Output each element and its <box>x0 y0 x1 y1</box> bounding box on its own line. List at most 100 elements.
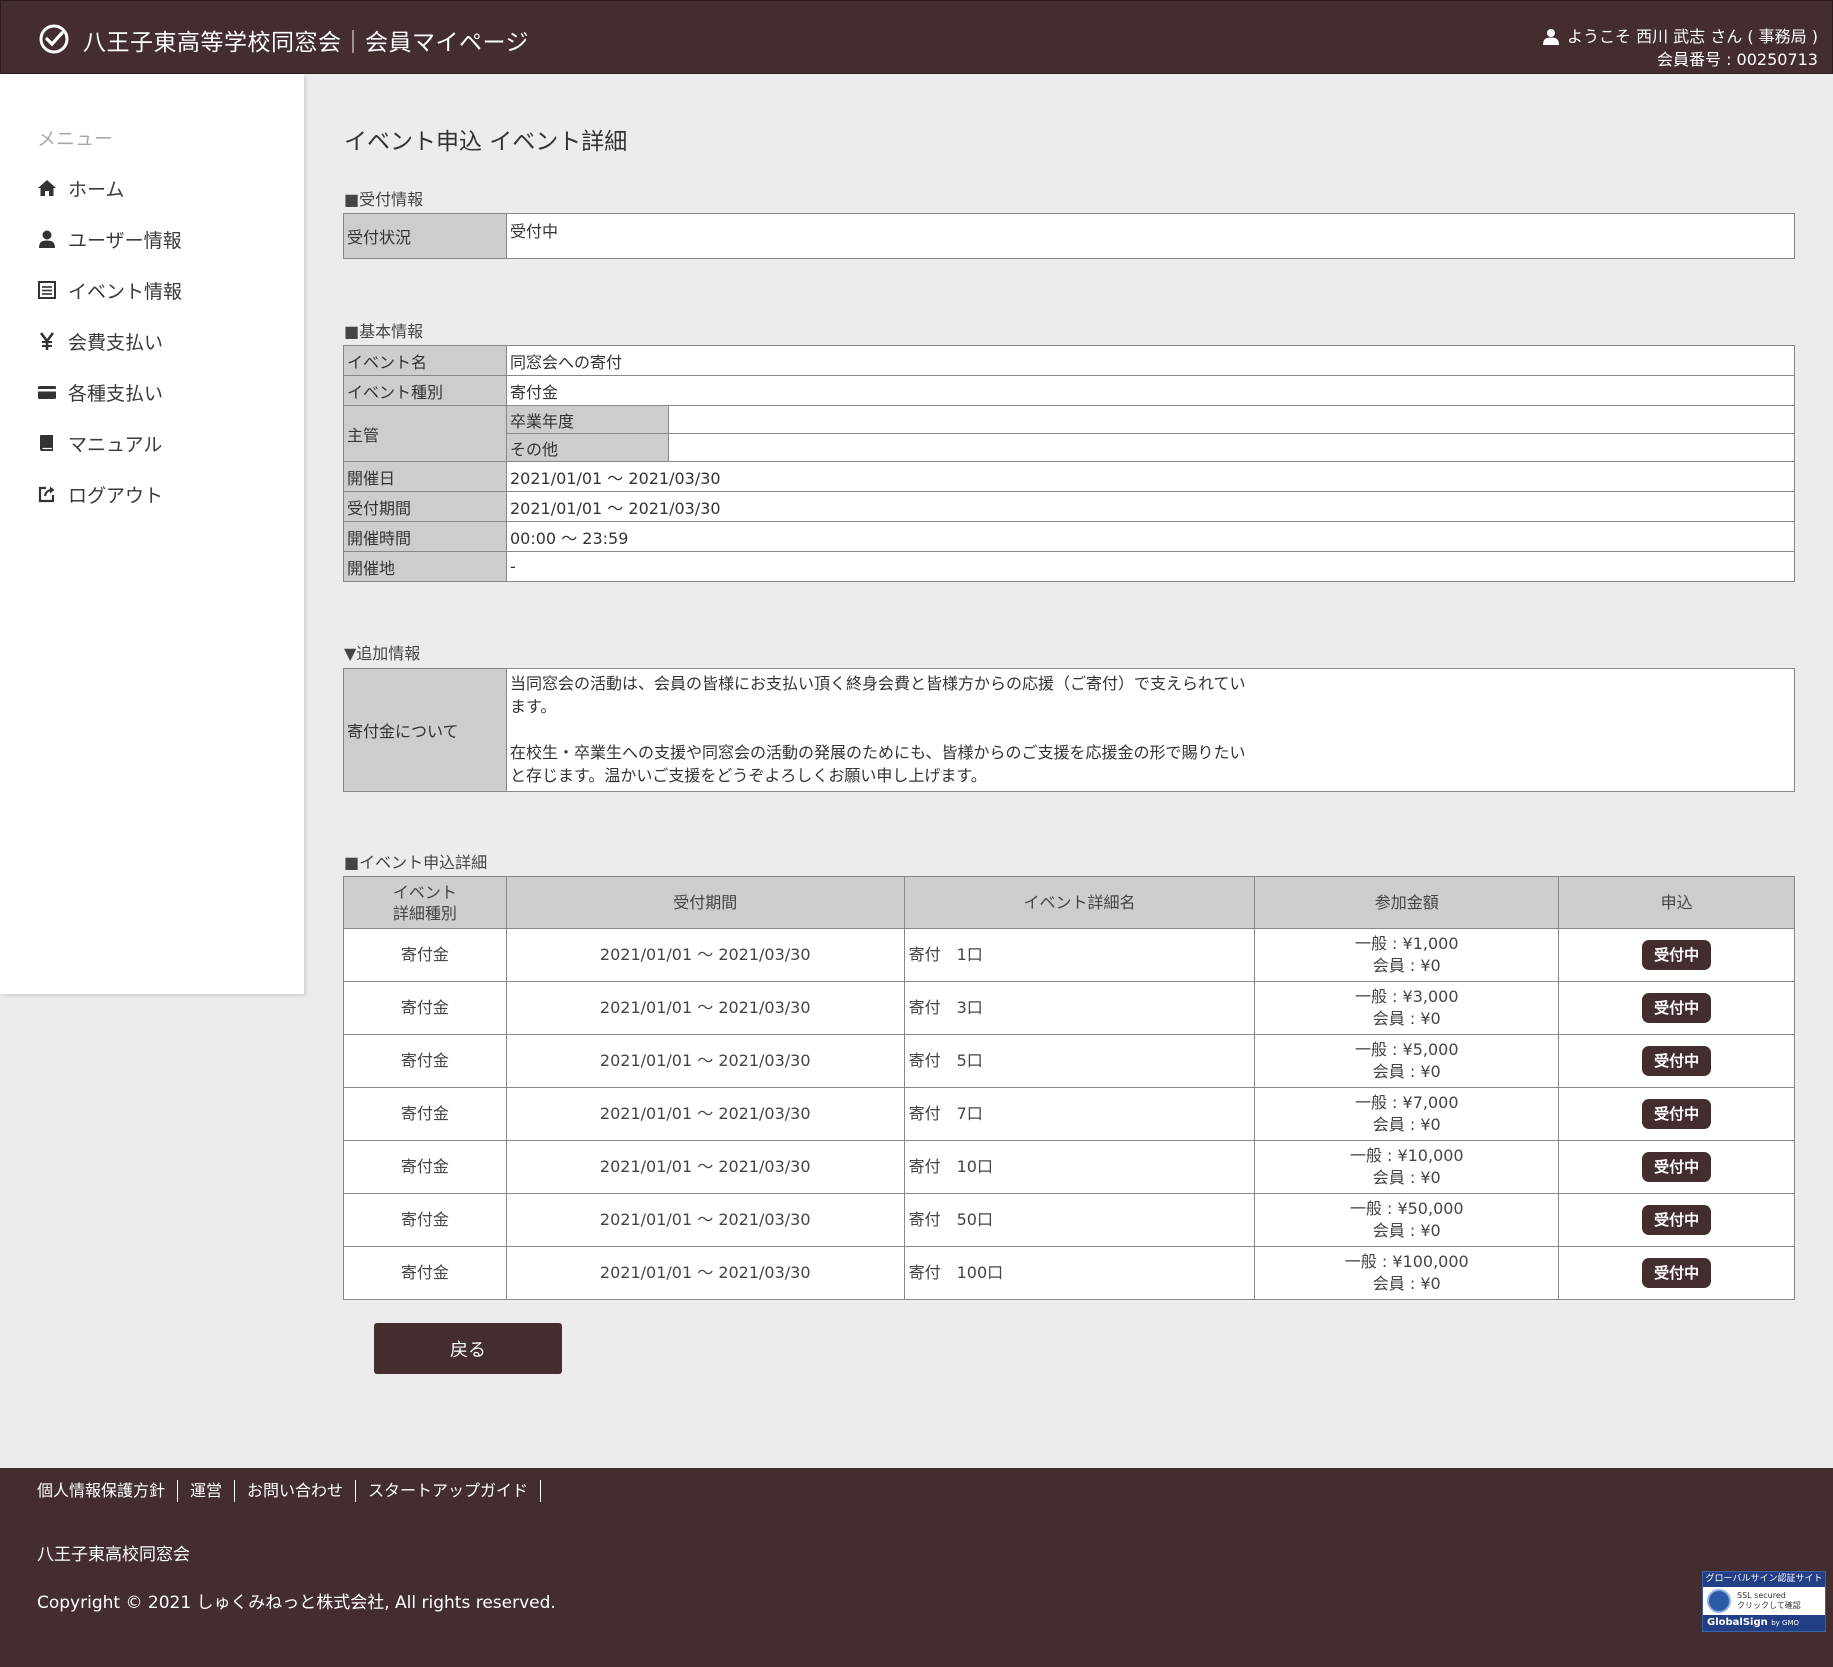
col-header-name: イベント詳細名 <box>903 876 1256 929</box>
sidebar-item-payments[interactable]: 各種支払い <box>37 378 163 406</box>
sidebar-item-label: ログアウト <box>68 484 164 507</box>
apply-button[interactable]: 受付中 <box>1642 1046 1712 1076</box>
date-value: 2021/01/01 ～ 2021/03/30 <box>506 461 1795 492</box>
footer-link-privacy[interactable]: 個人情報保護方針 <box>37 1480 179 1502</box>
fee-member: 会員 : ¥0 <box>1372 1062 1441 1081</box>
reception-status-value: 受付中 <box>506 213 1795 259</box>
section-additional-title[interactable]: ▼追加情報 <box>344 640 420 664</box>
sidebar-item-home[interactable]: ホーム <box>37 174 124 202</box>
event-type-label: イベント種別 <box>343 375 507 406</box>
apply-button[interactable]: 受付中 <box>1642 1205 1712 1235</box>
cell-apply: 受付中 <box>1558 1087 1795 1141</box>
header-text: 詳細種別 <box>392 903 457 923</box>
cell-period: 2021/01/01 ～ 2021/03/30 <box>505 1193 905 1247</box>
cell-fee: 一般 : ¥10,000 会員 : ¥0 <box>1254 1140 1560 1194</box>
footer-link-operator[interactable]: 運営 <box>178 1480 236 1502</box>
sidebar-item-label: マニュアル <box>68 433 163 456</box>
event-name-value: 同窓会への寄付 <box>506 345 1795 376</box>
apply-button[interactable]: 受付中 <box>1642 1099 1712 1129</box>
cell-fee: 一般 : ¥1,000 会員 : ¥0 <box>1254 928 1560 982</box>
table-row: 寄付金 2021/01/01 ～ 2021/03/30 寄付 3口 一般 : ¥… <box>343 981 1795 1035</box>
cell-type: 寄付金 <box>343 1246 507 1300</box>
book-icon <box>40 435 53 451</box>
fee-member: 会員 : ¥0 <box>1372 1274 1441 1293</box>
section-reception-title: ■受付情報 <box>344 190 424 209</box>
venue-value: - <box>506 551 1795 582</box>
cell-period: 2021/01/01 ～ 2021/03/30 <box>505 1087 905 1141</box>
organizer-label: 主管 <box>343 405 507 462</box>
table-row: 寄付金 2021/01/01 ～ 2021/03/30 寄付 1口 一般 : ¥… <box>343 928 1795 982</box>
period-value: 2021/01/01 ～ 2021/03/30 <box>506 491 1795 522</box>
page-title: イベント申込 イベント詳細 <box>344 129 628 155</box>
sidebar-item-label: イベント情報 <box>68 280 183 303</box>
table-row: 寄付金 2021/01/01 ～ 2021/03/30 寄付 7口 一般 : ¥… <box>343 1087 1795 1141</box>
event-type-value: 寄付金 <box>506 375 1795 406</box>
footer-link-contact[interactable]: お問い合わせ <box>235 1480 357 1502</box>
other-label: その他 <box>506 433 669 462</box>
sidebar-item-membership-fee[interactable]: 会費支払い <box>37 327 163 355</box>
badge-ssl-text: SSL secured <box>1737 1591 1786 1600</box>
fee-member: 会員 : ¥0 <box>1372 1009 1441 1028</box>
copyright: Copyright © 2021 しゅくみねっと株式会社, All rights… <box>37 1593 556 1613</box>
footer: 個人情報保護方針 運営 お問い合わせ スタートアップガイド 八王子東高校同窓会 … <box>0 1468 1833 1667</box>
venue-label: 開催地 <box>343 551 507 582</box>
other-value <box>668 433 1795 462</box>
cell-period: 2021/01/01 ～ 2021/03/30 <box>505 1140 905 1194</box>
cell-fee: 一般 : ¥3,000 会員 : ¥0 <box>1254 981 1560 1035</box>
back-button[interactable]: 戻る <box>374 1323 562 1374</box>
cell-fee: 一般 : ¥7,000 会員 : ¥0 <box>1254 1087 1560 1141</box>
table-row: 寄付金 2021/01/01 ～ 2021/03/30 寄付 50口 一般 : … <box>343 1193 1795 1247</box>
credit-card-icon <box>38 386 56 399</box>
ssl-seal-icon <box>1707 1589 1731 1613</box>
yen-icon <box>39 332 55 350</box>
donation-label: 寄付金について <box>343 668 507 792</box>
fee-general: 一般 : ¥5,000 <box>1354 1040 1459 1059</box>
site-title[interactable]: 八王子東高等学校同窓会｜会員マイページ <box>83 23 529 57</box>
cell-type: 寄付金 <box>343 1034 507 1088</box>
fee-member: 会員 : ¥0 <box>1372 1115 1441 1134</box>
cell-apply: 受付中 <box>1558 1034 1795 1088</box>
event-apply-table: イベント 詳細種別 受付期間 イベント詳細名 参加金額 申込 寄付金 2021/… <box>343 876 1795 1300</box>
fee-general: 一般 : ¥100,000 <box>1344 1252 1469 1271</box>
user-info: ようこそ 西川 武志 さん ( 事務局 ) 会員番号 : 00250713 <box>1542 25 1818 71</box>
cell-apply: 受付中 <box>1558 1140 1795 1194</box>
cell-name: 寄付 100口 <box>903 1246 1256 1300</box>
cell-name: 寄付 1口 <box>903 928 1256 982</box>
cell-period: 2021/01/01 ～ 2021/03/30 <box>505 928 905 982</box>
cell-name: 寄付 3口 <box>903 981 1256 1035</box>
cell-fee: 一般 : ¥100,000 会員 : ¥0 <box>1254 1246 1560 1300</box>
apply-button[interactable]: 受付中 <box>1642 1152 1712 1182</box>
additional-info-table: 寄付金について 当同窓会の活動は、会員の皆様にお支払い頂く終身会費と皆様方からの… <box>343 668 1795 792</box>
sidebar-item-event-info[interactable]: イベント情報 <box>37 276 182 304</box>
table-row: 寄付金 2021/01/01 ～ 2021/03/30 寄付 10口 一般 : … <box>343 1140 1795 1194</box>
sidebar-item-manual[interactable]: マニュアル <box>37 429 162 457</box>
time-value: 00:00 ～ 23:59 <box>506 521 1795 552</box>
home-icon <box>38 180 56 196</box>
time-label: 開催時間 <box>343 521 507 552</box>
footer-links: 個人情報保護方針 運営 お問い合わせ スタートアップガイド <box>37 1480 542 1502</box>
cell-period: 2021/01/01 ～ 2021/03/30 <box>505 1246 905 1300</box>
globalsign-ssl-badge[interactable]: グローバルサイン認証サイト SSL secured クリックして確認 Globa… <box>1702 1571 1826 1632</box>
user-icon <box>39 230 55 248</box>
apply-button[interactable]: 受付中 <box>1642 993 1712 1023</box>
sidebar-item-label: 各種支払い <box>68 382 164 405</box>
reception-table: 受付状況 受付中 <box>343 213 1795 259</box>
apply-button[interactable]: 受付中 <box>1642 1258 1712 1288</box>
col-header-fee: 参加金額 <box>1254 876 1560 929</box>
donation-text: 当同窓会の活動は、会員の皆様にお支払い頂く終身会費と皆様方からの応援（ご寄付）で… <box>510 674 1246 693</box>
cell-type: 寄付金 <box>343 928 507 982</box>
apply-button[interactable]: 受付中 <box>1642 940 1712 970</box>
fee-general: 一般 : ¥50,000 <box>1349 1199 1464 1218</box>
sidebar-item-logout[interactable]: ログアウト <box>37 480 163 508</box>
cell-name: 寄付 5口 <box>903 1034 1256 1088</box>
cell-apply: 受付中 <box>1558 1193 1795 1247</box>
cell-type: 寄付金 <box>343 981 507 1035</box>
sidebar-item-user-info[interactable]: ユーザー情報 <box>37 225 182 253</box>
member-number: 会員番号 : 00250713 <box>1656 50 1818 69</box>
footer-link-startup-guide[interactable]: スタートアップガイド <box>356 1480 542 1502</box>
table-row: 寄付金 2021/01/01 ～ 2021/03/30 寄付 100口 一般 :… <box>343 1246 1795 1300</box>
basic-info-table: イベント名 同窓会への寄付 イベント種別 寄付金 主管 卒業年度 その他 開催日… <box>343 345 1795 582</box>
welcome-text: ようこそ 西川 武志 さん ( 事務局 ) <box>1566 27 1818 46</box>
section-apply-title: ■イベント申込詳細 <box>344 853 488 872</box>
footer-organization: 八王子東高校同窓会 <box>37 1545 190 1565</box>
